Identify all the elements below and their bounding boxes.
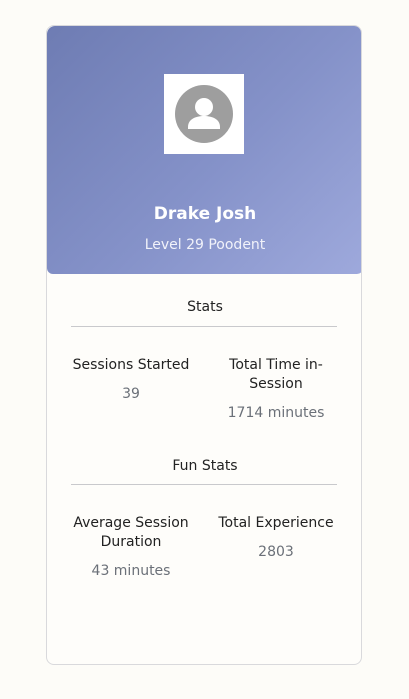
profile-name: Drake Josh: [153, 204, 257, 224]
stat-value: 43 minutes: [91, 563, 171, 579]
stat-total-experience: Total Experience 2803: [209, 514, 343, 562]
stat-label: Sessions Started: [72, 357, 190, 373]
stat-label: Average Session Duration: [73, 515, 189, 550]
stat-average-session-duration: Average Session Duration 43 minutes: [64, 514, 198, 581]
stats-divider: [71, 326, 337, 327]
stat-sessions-started: Sessions Started 39: [64, 356, 198, 404]
stat-label: Total Experience: [218, 515, 334, 531]
avatar: [164, 74, 244, 154]
stat-label: Total Time in-Session: [229, 357, 323, 392]
profile-level: Level 29 Poodent: [144, 237, 266, 253]
stat-value: 1714 minutes: [227, 405, 325, 421]
stat-value: 2803: [258, 544, 294, 560]
stat-total-time: Total Time in-Session 1714 minutes: [209, 356, 343, 423]
fun-stats-section-title: Fun Stats: [172, 458, 238, 474]
user-avatar-icon: [175, 85, 233, 143]
fun-stats-divider: [71, 484, 337, 485]
profile-header: Drake Josh Level 29 Poodent: [47, 26, 361, 274]
profile-card: Drake Josh Level 29 Poodent Stats Sessio…: [46, 25, 362, 665]
stats-section-title: Stats: [187, 299, 223, 315]
stat-value: 39: [122, 386, 140, 402]
